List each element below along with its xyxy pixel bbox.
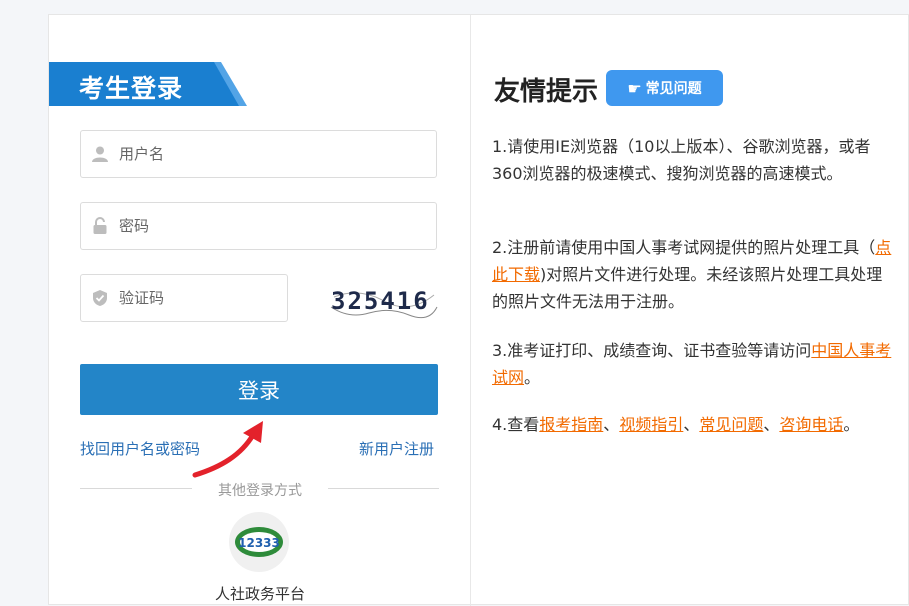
faq-badge-button[interactable]: ☛ 常见问题 [606, 70, 723, 106]
login-card: 考生登录 325416 登录 找回用户名或密码 新用户注册 其他登录方式 [48, 14, 909, 605]
tip-item-4: 4.查看报考指南、视频指引、常见问题、咨询电话。 [492, 411, 892, 438]
login-button[interactable]: 登录 [80, 364, 438, 415]
tip-4-suffix: 。 [843, 415, 859, 434]
captcha-field[interactable] [80, 274, 288, 322]
captcha-input[interactable] [117, 288, 271, 308]
login-title: 考生登录 [79, 69, 183, 105]
contact-phone-link[interactable]: 咨询电话 [779, 415, 843, 434]
lock-icon [91, 217, 109, 235]
tip-2-suffix: )对照片文件进行处理。未经该照片处理工具处理的照片文件无法用于注册。 [492, 265, 882, 311]
tip-2-prefix: 2.注册前请使用中国人事考试网提供的照片处理工具（ [492, 238, 875, 257]
red-arrow-icon [191, 419, 271, 479]
tips-title: 友情提示 [494, 71, 598, 108]
other-methods-label: 其他登录方式 [211, 480, 309, 500]
captcha-image[interactable]: 325416 [329, 277, 439, 325]
exam-guide-link[interactable]: 报考指南 [539, 415, 603, 434]
gov-platform-logo-text: 12333 [238, 536, 280, 550]
panel-divider [470, 15, 471, 606]
tip-item-1: 1.请使用IE浏览器（10以上版本）、谷歌浏览器，或者360浏览器的极速模式、搜… [492, 133, 892, 187]
shield-icon [91, 289, 109, 307]
tip-4-prefix: 4.查看 [492, 415, 539, 434]
tip-item-3: 3.准考证打印、成绩查询、证书查验等请访问中国人事考试网。 [492, 337, 892, 391]
tip-3-prefix: 3.准考证打印、成绩查询、证书查验等请访问 [492, 341, 811, 360]
separator: 、 [763, 415, 779, 434]
hand-pointer-icon: ☛ [627, 79, 641, 98]
gov-platform-login-button[interactable]: 12333 [229, 512, 289, 572]
gov-platform-label: 人社政务平台 [199, 583, 321, 604]
tip-3-suffix: 。 [524, 368, 540, 387]
captcha-text: 325416 [331, 287, 430, 315]
video-guide-link[interactable]: 视频指引 [619, 415, 683, 434]
tip-1-text: 1.请使用IE浏览器（10以上版本）、谷歌浏览器，或者360浏览器的极速模式、搜… [492, 137, 870, 183]
register-link[interactable]: 新用户注册 [359, 438, 434, 459]
separator: 、 [603, 415, 619, 434]
username-field[interactable] [80, 130, 437, 178]
tip-item-2: 2.注册前请使用中国人事考试网提供的照片处理工具（点此下载)对照片文件进行处理。… [492, 234, 892, 315]
user-icon [91, 145, 109, 163]
separator: 、 [683, 415, 699, 434]
gov-platform-logo-icon: 12333 [233, 522, 285, 562]
divider-right [328, 488, 439, 489]
faq-badge-label: 常见问题 [646, 78, 702, 98]
forgot-credentials-link[interactable]: 找回用户名或密码 [80, 438, 200, 459]
username-input[interactable] [117, 144, 381, 164]
password-input[interactable] [117, 216, 381, 236]
password-field[interactable] [80, 202, 437, 250]
faq-link[interactable]: 常见问题 [699, 415, 763, 434]
login-title-banner: 考生登录 [49, 62, 247, 106]
divider-left [80, 488, 192, 489]
